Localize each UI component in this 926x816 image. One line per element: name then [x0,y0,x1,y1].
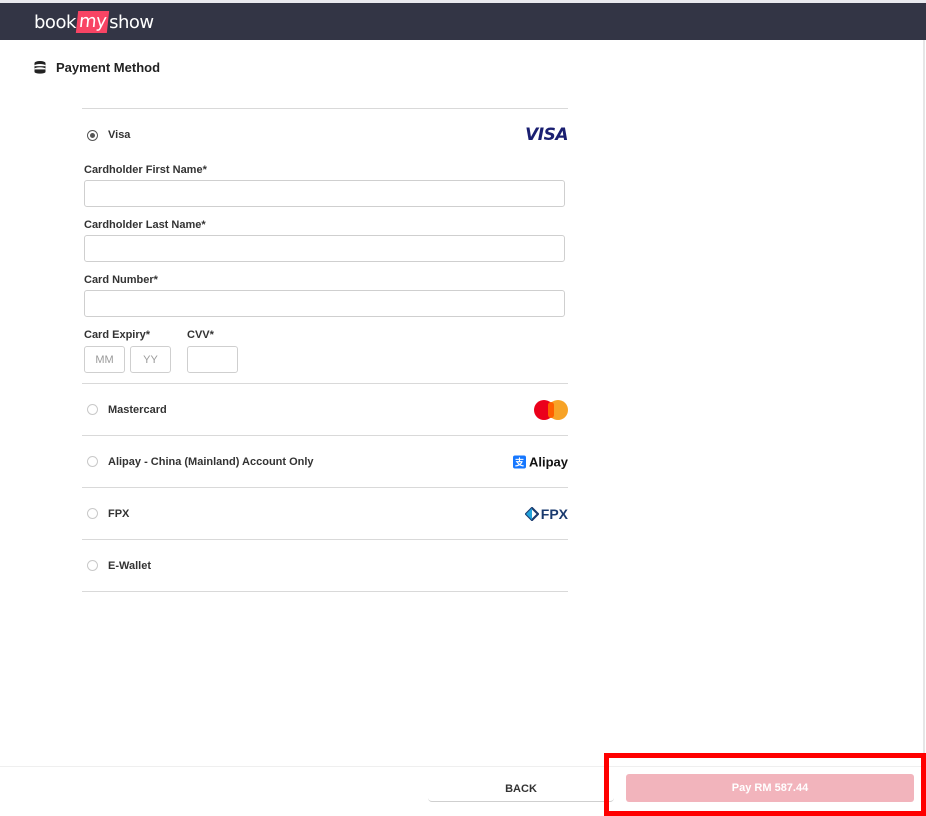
fpx-logo: FPX [524,505,568,522]
payment-options-panel: Visa VISA Cardholder First Name* Cardhol… [82,108,568,592]
coins-icon [34,61,46,74]
last-name-label: Cardholder Last Name* [84,219,206,231]
bookmyshow-logo[interactable]: book my show [34,9,154,35]
page-right-border [923,40,925,816]
visa-logo: VISA [525,125,568,145]
mastercard-label: Mastercard [108,403,167,416]
divider [82,591,568,592]
fpx-radio[interactable] [87,508,98,519]
payment-option-fpx[interactable]: FPX FPX [82,488,568,539]
app-header: book my show [0,3,926,40]
expiry-month-field[interactable] [84,346,125,373]
mastercard-circles-icon [534,399,568,420]
visa-logo-text: VISA [525,125,568,145]
cvv-label: CVV* [187,329,214,341]
alipay-logo-text: Alipay [528,454,568,469]
cvv-field[interactable] [187,346,238,373]
fpx-diamond-icon [524,506,539,521]
payment-method-heading: Payment Method [33,58,160,76]
ewallet-label: E-Wallet [108,559,151,572]
expiry-year-field[interactable] [130,346,171,373]
card-number-field[interactable] [84,290,565,317]
last-name-field[interactable] [84,235,565,262]
alipay-logo: 支 Alipay [512,454,568,469]
logo-part-show: show [109,11,154,33]
fpx-logo-text: FPX [540,505,568,522]
ewallet-radio[interactable] [87,560,98,571]
alipay-label: Alipay - China (Mainland) Account Only [108,455,314,468]
payment-option-mastercard[interactable]: Mastercard [82,384,568,435]
card-number-label: Card Number* [84,274,158,286]
payment-option-ewallet[interactable]: E-Wallet [82,540,568,591]
logo-part-my: my [75,11,110,33]
back-button[interactable]: BACK [428,776,614,802]
mastercard-radio[interactable] [87,404,98,415]
visa-label: Visa [108,129,131,141]
first-name-field[interactable] [84,180,565,207]
visa-radio[interactable] [87,129,98,141]
pay-button[interactable]: Pay RM 587.44 [626,774,914,802]
mastercard-logo [534,399,568,420]
alipay-icon: 支 [512,455,526,468]
first-name-label: Cardholder First Name* [84,164,207,176]
fpx-label: FPX [108,507,130,520]
payment-option-visa[interactable]: Visa VISA [82,109,568,161]
visa-card-form: Cardholder First Name* Cardholder Last N… [82,161,568,383]
logo-part-book: book [34,11,76,33]
card-expiry-label: Card Expiry* [84,329,151,341]
payment-method-title: Payment Method [56,59,161,75]
payment-option-alipay[interactable]: Alipay - China (Mainland) Account Only 支… [82,436,568,487]
alipay-radio[interactable] [87,456,98,467]
